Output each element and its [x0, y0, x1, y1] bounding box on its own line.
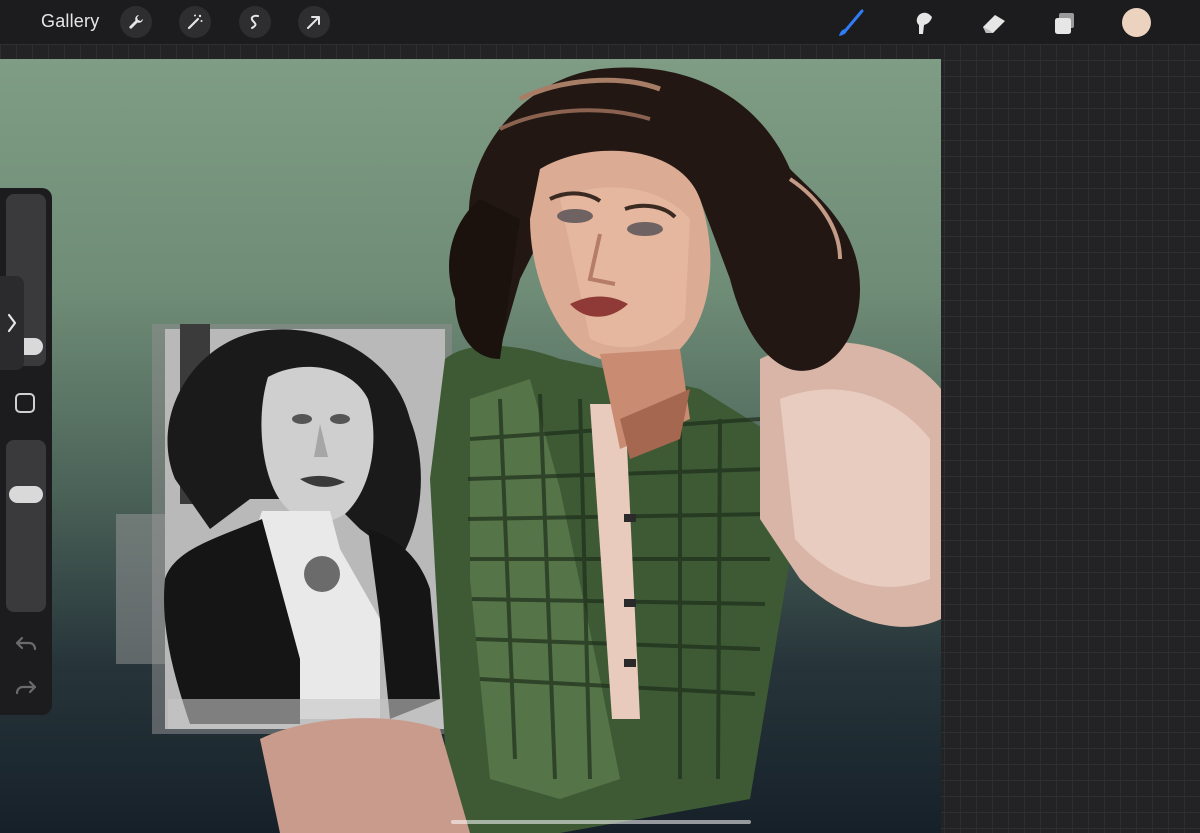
brush-tool-button[interactable] — [834, 6, 868, 40]
layers-button[interactable] — [1048, 6, 1082, 40]
artwork — [116, 67, 941, 833]
eraser-icon — [983, 15, 1005, 33]
undo-button[interactable] — [14, 634, 38, 654]
selection-icon — [250, 14, 259, 29]
adjustments-button[interactable] — [179, 6, 211, 38]
smudge-tool-button[interactable] — [905, 6, 939, 40]
brush-icon — [839, 9, 864, 36]
layers-icon — [1055, 13, 1074, 34]
transform-arrow-icon — [307, 16, 320, 29]
top-toolbar: Gallery — [0, 0, 1200, 44]
selection-button[interactable] — [239, 6, 271, 38]
chevron-right-icon — [7, 313, 17, 333]
sidebar-toggle-handle[interactable] — [0, 276, 24, 370]
gallery-button[interactable]: Gallery — [41, 11, 99, 32]
left-sidebar — [0, 188, 52, 715]
reference-photo — [116, 324, 452, 734]
brush-opacity-slider[interactable] — [6, 440, 46, 612]
redo-button[interactable] — [14, 678, 38, 698]
eraser-tool-button[interactable] — [977, 6, 1011, 40]
magic-wand-icon — [187, 14, 203, 30]
actions-button[interactable] — [120, 6, 152, 38]
brush-opacity-thumb[interactable] — [9, 486, 43, 503]
modify-button[interactable] — [14, 392, 36, 414]
square-icon — [15, 393, 35, 413]
redo-icon — [15, 680, 37, 695]
wrench-icon — [129, 15, 143, 29]
color-picker-button[interactable] — [1122, 8, 1151, 37]
transform-button[interactable] — [298, 6, 330, 38]
home-indicator — [451, 820, 751, 824]
undo-icon — [15, 636, 37, 651]
smudge-icon — [916, 12, 932, 34]
drawing-canvas[interactable] — [0, 59, 941, 833]
